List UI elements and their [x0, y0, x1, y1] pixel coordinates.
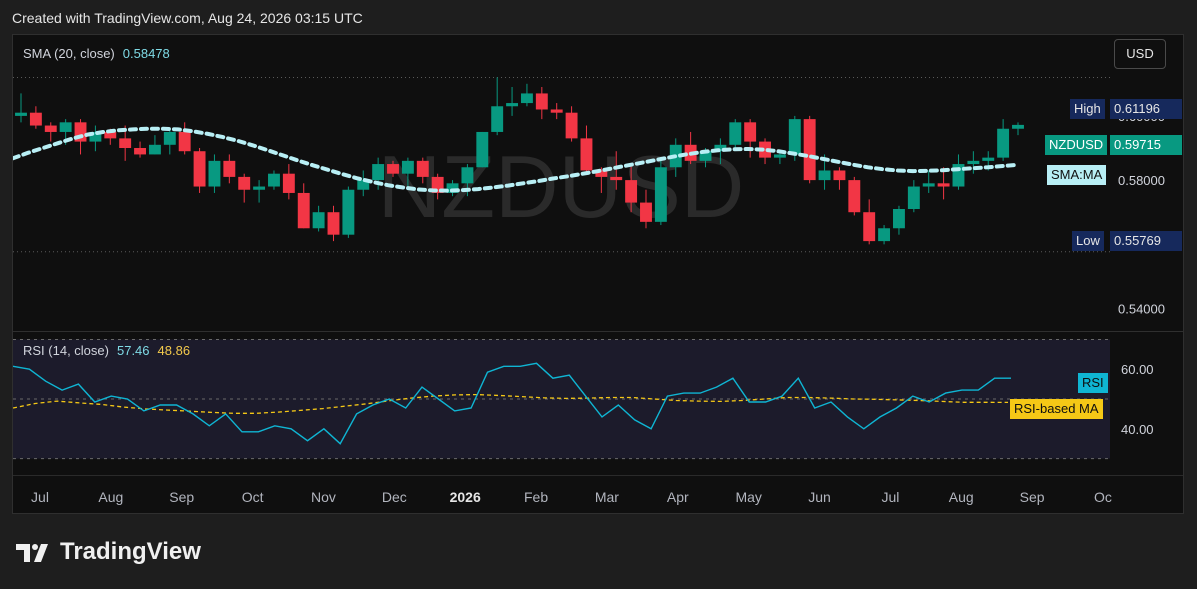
price-axis-tick: 0.54000	[1118, 302, 1165, 317]
candle-body	[15, 112, 27, 116]
time-axis-label: Jul	[881, 489, 899, 505]
rsi-axis-tick: 40.00	[1121, 422, 1154, 437]
candle-body	[937, 183, 950, 187]
candle-body	[967, 160, 980, 165]
candle-body	[134, 148, 146, 155]
sma-label: SMA:MA	[1047, 165, 1107, 185]
candle-body	[387, 164, 399, 174]
candle-body	[29, 112, 42, 126]
candle-body	[491, 106, 504, 132]
candle-body	[119, 138, 132, 149]
candle-body	[878, 228, 891, 242]
candle-body	[282, 173, 295, 193]
candle-body	[208, 160, 221, 187]
candle-body	[535, 93, 548, 110]
symbol-label: NZDUSD	[1045, 135, 1108, 155]
candle-body	[193, 151, 206, 187]
candle-body	[625, 180, 638, 203]
candle-body	[312, 212, 325, 229]
low-value: 0.55769	[1110, 231, 1182, 251]
candle-body	[520, 93, 533, 104]
candle-body	[654, 167, 667, 222]
candle-body	[893, 209, 905, 229]
rsi-ma-legend-value: 48.86	[157, 343, 191, 358]
candle-body	[253, 186, 266, 190]
candle-body	[818, 170, 831, 181]
time-axis-label: Sep	[1020, 489, 1045, 505]
sma-legend-name: SMA (20, close)	[23, 46, 115, 61]
low-label: Low	[1072, 231, 1104, 251]
header-caption: Created with TradingView.com, Aug 24, 20…	[12, 10, 363, 26]
candle-body	[744, 122, 757, 142]
candle-body	[297, 192, 310, 229]
time-axis-label: Oct	[242, 489, 264, 505]
tradingview-logo-icon	[16, 544, 48, 562]
candle-body	[833, 170, 846, 181]
time-axis-label: Mar	[595, 489, 619, 505]
rsi-legend-value: 57.46	[116, 343, 150, 358]
candle-body	[461, 167, 474, 184]
candle-body	[327, 212, 340, 235]
candle-body	[982, 157, 995, 161]
rsi-legend[interactable]: RSI (14, close) 57.46 48.86	[23, 343, 190, 358]
rsi-legend-name: RSI (14, close)	[23, 343, 109, 358]
time-axis-label: Aug	[98, 489, 123, 505]
candle-body	[416, 160, 429, 177]
candle-body	[788, 119, 801, 155]
candle-body	[178, 131, 191, 152]
candle-body	[476, 131, 489, 168]
chart-canvas[interactable]: NZDUSD0.620000.600000.580000.560000.5400…	[13, 35, 1183, 513]
time-axis-label: May	[735, 489, 761, 505]
tradingview-logo[interactable]: TradingView	[16, 538, 201, 566]
candle-body	[907, 186, 920, 210]
candle-body	[1012, 124, 1024, 129]
candle-body	[238, 176, 251, 190]
candle-body	[848, 180, 861, 213]
rsi-label: RSI	[1078, 373, 1108, 393]
rsi-axis-tick: 60.00	[1121, 362, 1154, 377]
candle-body	[59, 122, 72, 132]
currency-button[interactable]: USD	[1114, 39, 1166, 69]
candle-body	[223, 160, 236, 177]
candle-body	[610, 176, 623, 181]
high-label: High	[1070, 99, 1105, 119]
candle-body	[863, 212, 876, 242]
candle-body	[163, 131, 176, 145]
candle-body	[640, 202, 652, 222]
candle-body	[550, 109, 563, 113]
candle-body	[506, 103, 519, 107]
candle-body	[922, 183, 935, 187]
candle-body	[401, 160, 414, 174]
candle-body	[773, 154, 786, 158]
price-axis-tick: 0.58000	[1118, 173, 1165, 188]
time-axis-label: Dec	[382, 489, 407, 505]
candle-body	[729, 122, 742, 145]
time-axis-label: Oc	[1094, 489, 1112, 505]
candle-body	[342, 189, 355, 235]
candle-body	[803, 119, 816, 181]
time-axis-label: Nov	[311, 489, 336, 505]
candle-body	[44, 125, 57, 132]
time-axis-label: Sep	[169, 489, 194, 505]
chart-container[interactable]: NZDUSD0.620000.600000.580000.560000.5400…	[12, 34, 1184, 514]
candle-body	[372, 164, 385, 181]
candle-body	[580, 138, 593, 171]
time-axis-label: 2026	[450, 489, 481, 505]
time-axis-label: Jun	[808, 489, 831, 505]
candle-body	[565, 112, 578, 139]
time-axis-label: Jul	[31, 489, 49, 505]
sma-legend-value: 0.58478	[122, 46, 170, 61]
rsi-ma-label: RSI-based MA	[1010, 399, 1103, 419]
high-value: 0.61196	[1110, 99, 1182, 119]
tradingview-logo-text: TradingView	[60, 538, 201, 565]
time-axis-label: Apr	[667, 489, 689, 505]
candle-body	[997, 128, 1010, 158]
candle-body	[268, 173, 280, 187]
symbol-price: 0.59715	[1110, 135, 1182, 155]
time-axis-label: Aug	[949, 489, 974, 505]
time-axis-label: Feb	[524, 489, 548, 505]
sma-legend[interactable]: SMA (20, close) 0.58478	[23, 46, 170, 61]
candle-body	[148, 144, 161, 155]
